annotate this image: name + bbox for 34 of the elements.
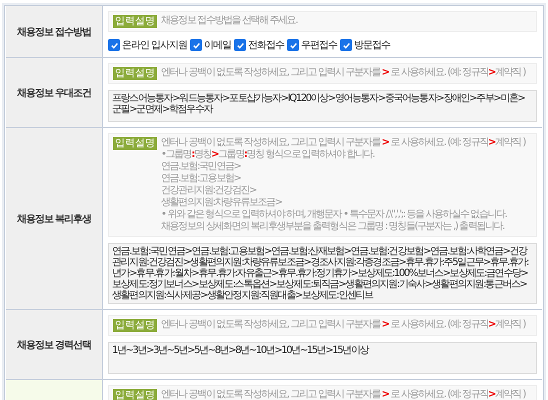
checkbox[interactable]: [287, 39, 300, 51]
hint-text: •그룹명:명칭>그룹명:명칭 형식으로 입력하셔야 합니다.: [161, 149, 376, 161]
info-badge: 입력설명: [113, 137, 157, 150]
hint-text: 연금.보험:고용보험>: [161, 173, 242, 185]
checkbox-label: 온라인 입사지원: [122, 39, 188, 52]
field-label: 채용정보 우대조건: [16, 86, 92, 100]
info-badge: 입력설명: [113, 67, 157, 80]
info-badge: 입력설명: [113, 389, 157, 400]
hint-text: 엔터나 공백이 없도록 작성하세요, 그리고 입력시 구분자를 > 로 사용하세요. (예: 정규직>계약직 ): [161, 319, 527, 331]
hint-text: • 위와 같은 형식으로 입력하셔야 하며, 개행문자 • 특수문자 /,\",',';: 등을 사용하실수 없습니다.: [161, 209, 508, 221]
text-area[interactable]: 프랑스어능통자>워드능통자>포토샵가능자>IQ120이상>영어능통자>중국어능통자>장애인>주부>미혼>군필>군면제>학점우수자: [108, 90, 537, 122]
hint-text: 연금.보험:국민연금>: [161, 161, 242, 173]
info-badge: 입력설명: [113, 319, 157, 332]
field-label: 채용정보 경력선택: [16, 338, 92, 352]
checkbox-label: 우편접수: [301, 39, 338, 52]
hint-text: 건강관리지원:건강검진>: [161, 185, 258, 197]
text-area[interactable]: 연금.보험:국민연금>연금.보험:고용보험>연금.보험:산재보험>연금.보험:건강보험>연금.보험:사학연금>건강관리지원:건강검진>생활편의지원:차량유류보조금>경조사지원:각종경조금>휴무.휴가:주5일근무>휴무.휴가:년가>휴무.휴가:월차>휴무.휴가:자유출근>휴무.휴가:정기휴가>보상제도:100%보너스>보상제도:금연수당>보상제도:정기보너스>보상제도:스톡옵션>보상제도:퇴직금>생활편의지원:기숙사>생활편의지원:통근버스>생활편의지원:식사제공>생활안정지원:직원대출>보상제도:인센티브: [108, 243, 537, 304]
hint-text: 생활편의지원:차량유류보조금>: [161, 197, 283, 209]
info-badge: 입력설명: [113, 15, 157, 28]
checkbox[interactable]: [108, 39, 120, 51]
field-label: 채용정보 복리후생: [16, 212, 92, 226]
checkbox-label: 전화접수: [248, 39, 284, 52]
checkbox[interactable]: [340, 39, 352, 51]
checkbox-label: 이메일: [204, 39, 232, 52]
hint-text: 채용정보 접수방법을 선택해 주세요.: [161, 15, 298, 27]
checkbox[interactable]: [234, 39, 246, 51]
checkbox[interactable]: [190, 39, 202, 51]
text-area[interactable]: 1년~3년>3년~5년>5년~8년>8년~10년>10년~15년>15년이상: [108, 342, 537, 374]
hint-text: 채용정보의 상세화면의 복리후생부분을 출력형식은 그룹명 : 명칭들(구분자는 ,) 출력됩니다.: [161, 221, 506, 233]
field-label: 채용정보 접수방법: [16, 26, 92, 38]
hint-text: 엔터나 공백이 없도록 작성하세요, 그리고 입력시 구분자를 > 로 사용하세요. (예: 정규직>계약직 ): [161, 67, 527, 79]
checkbox-label: 방문접수: [354, 39, 390, 52]
hint-text: 엔터나 공백이 없도록 작성하세요, 그리고 입력시 구분자를 > 로 사용하세요. (예: 정규직>계약직 ): [161, 389, 527, 400]
hint-text: 엔터나 공백이 없도록 작성하세요, 그리고 입력시 구분자를 > 로 사용하세요. (예: 정규직>계약직 ): [161, 137, 527, 149]
